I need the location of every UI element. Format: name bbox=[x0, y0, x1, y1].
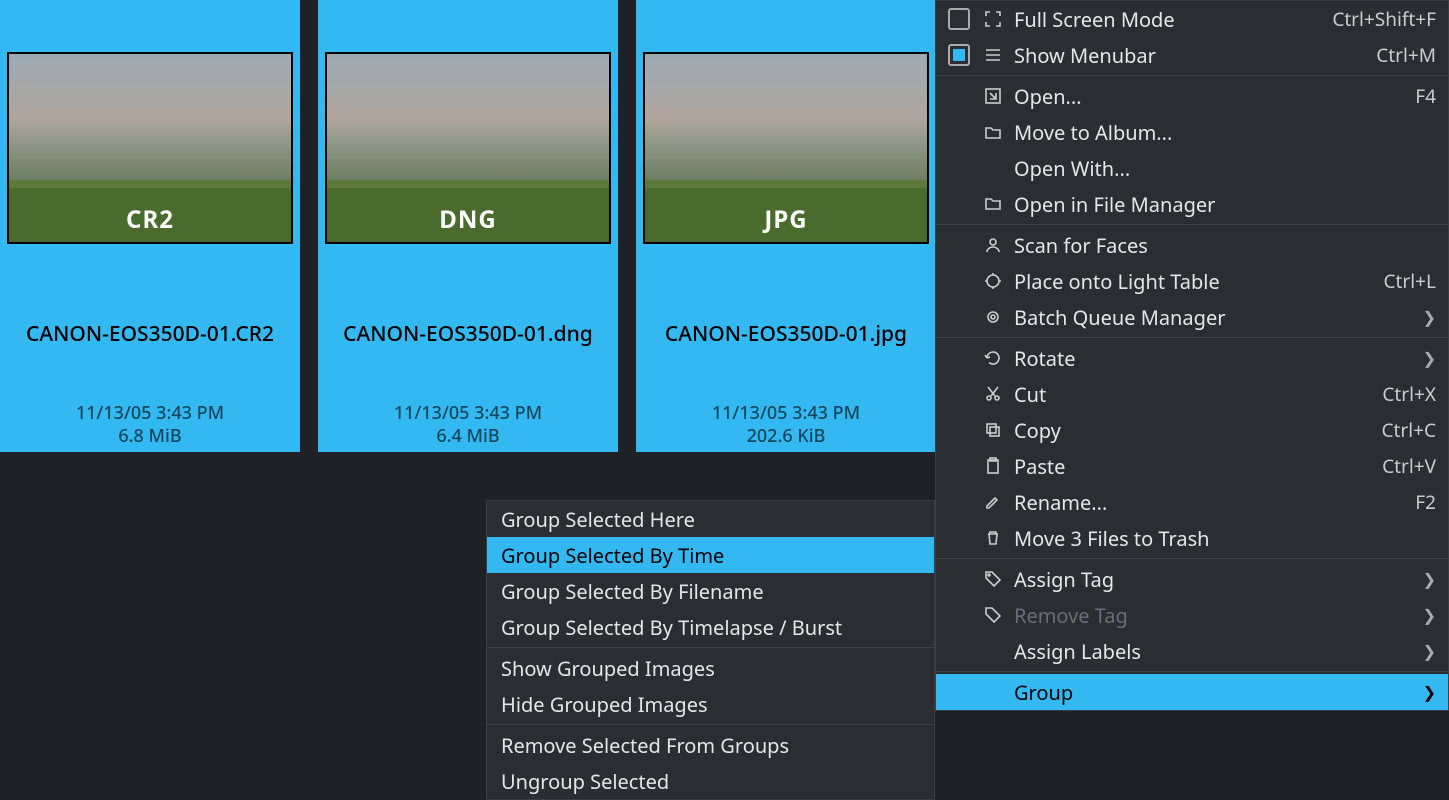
batch-icon bbox=[980, 308, 1006, 326]
menu-separator bbox=[936, 558, 1448, 559]
folder-move-icon bbox=[980, 123, 1006, 141]
menu-light-table[interactable]: Place onto Light TableCtrl+L bbox=[936, 263, 1448, 299]
context-menu: Full Screen ModeCtrl+Shift+F Show Menuba… bbox=[935, 0, 1449, 711]
format-badge: DNG bbox=[327, 203, 609, 236]
chevron-right-icon: ❯ bbox=[1423, 568, 1436, 590]
submenu-group-by-timelapse[interactable]: Group Selected By Timelapse / Burst bbox=[487, 609, 934, 645]
open-icon bbox=[980, 87, 1006, 105]
thumb-dng[interactable]: DNG CANON-EOS350D-01.dng 11/13/05 3:43 P… bbox=[318, 0, 618, 452]
submenu-group-by-time[interactable]: Group Selected By Time bbox=[487, 537, 934, 573]
file-meta: 11/13/05 3:43 PM6.8 MiB bbox=[76, 402, 224, 447]
filename: CANON-EOS350D-01.jpg bbox=[665, 320, 907, 348]
thumb-cr2[interactable]: CR2 CANON-EOS350D-01.CR2 11/13/05 3:43 P… bbox=[0, 0, 300, 452]
menu-separator bbox=[487, 647, 934, 648]
menu-group[interactable]: Group❯ bbox=[936, 674, 1448, 710]
tag-remove-icon bbox=[980, 606, 1006, 624]
submenu-group-by-filename[interactable]: Group Selected By Filename bbox=[487, 573, 934, 609]
chevron-right-icon: ❯ bbox=[1423, 604, 1436, 626]
menu-open-with[interactable]: Open With... bbox=[936, 150, 1448, 186]
menu-remove-tag: Remove Tag❯ bbox=[936, 597, 1448, 633]
menu-open[interactable]: Open...F4 bbox=[936, 78, 1448, 114]
format-badge: CR2 bbox=[9, 203, 291, 236]
menubar-icon bbox=[980, 46, 1006, 64]
group-submenu: Group Selected Here Group Selected By Ti… bbox=[486, 500, 935, 800]
submenu-show-grouped[interactable]: Show Grouped Images bbox=[487, 650, 934, 686]
chevron-right-icon: ❯ bbox=[1423, 681, 1436, 703]
file-manager-icon bbox=[980, 195, 1006, 213]
menu-separator bbox=[936, 224, 1448, 225]
menu-separator bbox=[487, 724, 934, 725]
menu-copy[interactable]: CopyCtrl+C bbox=[936, 412, 1448, 448]
submenu-remove-from-groups[interactable]: Remove Selected From Groups bbox=[487, 727, 934, 763]
menu-open-file-manager[interactable]: Open in File Manager bbox=[936, 186, 1448, 222]
submenu-ungroup[interactable]: Ungroup Selected bbox=[487, 763, 934, 799]
rename-icon bbox=[980, 493, 1006, 511]
fullscreen-icon bbox=[980, 10, 1006, 28]
chevron-right-icon: ❯ bbox=[1423, 640, 1436, 662]
tag-icon bbox=[980, 570, 1006, 588]
paste-icon bbox=[980, 457, 1006, 475]
menu-show-menubar[interactable]: Show MenubarCtrl+M bbox=[936, 37, 1448, 73]
chevron-right-icon: ❯ bbox=[1423, 306, 1436, 328]
checkbox-on-icon bbox=[948, 44, 970, 66]
thumbnail-grid: CR2 CANON-EOS350D-01.CR2 11/13/05 3:43 P… bbox=[0, 0, 936, 452]
filename: CANON-EOS350D-01.CR2 bbox=[26, 320, 274, 348]
menu-assign-tag[interactable]: Assign Tag❯ bbox=[936, 561, 1448, 597]
submenu-group-here[interactable]: Group Selected Here bbox=[487, 501, 934, 537]
submenu-hide-grouped[interactable]: Hide Grouped Images bbox=[487, 686, 934, 722]
menu-move-album[interactable]: Move to Album... bbox=[936, 114, 1448, 150]
light-table-icon bbox=[980, 272, 1006, 290]
menu-scan-faces[interactable]: Scan for Faces bbox=[936, 227, 1448, 263]
menu-assign-labels[interactable]: Assign Labels❯ bbox=[936, 633, 1448, 669]
menu-paste[interactable]: PasteCtrl+V bbox=[936, 448, 1448, 484]
menu-rename[interactable]: Rename...F2 bbox=[936, 484, 1448, 520]
menu-cut[interactable]: CutCtrl+X bbox=[936, 376, 1448, 412]
menu-batch-queue[interactable]: Batch Queue Manager❯ bbox=[936, 299, 1448, 335]
menu-separator bbox=[936, 337, 1448, 338]
checkbox-off-icon bbox=[948, 8, 970, 30]
file-meta: 11/13/05 3:43 PM6.4 MiB bbox=[394, 402, 542, 447]
format-badge: JPG bbox=[645, 203, 927, 236]
menu-rotate[interactable]: Rotate❯ bbox=[936, 340, 1448, 376]
file-meta: 11/13/05 3:43 PM202.6 KiB bbox=[712, 402, 860, 447]
trash-icon bbox=[980, 529, 1006, 547]
thumb-jpg[interactable]: JPG CANON-EOS350D-01.jpg 11/13/05 3:43 P… bbox=[636, 0, 936, 452]
copy-icon bbox=[980, 421, 1006, 439]
thumb-image-frame: DNG bbox=[325, 52, 611, 244]
rotate-icon bbox=[980, 349, 1006, 367]
menu-separator bbox=[936, 671, 1448, 672]
menu-trash[interactable]: Move 3 Files to Trash bbox=[936, 520, 1448, 556]
thumb-image-frame: JPG bbox=[643, 52, 929, 244]
thumb-image-frame: CR2 bbox=[7, 52, 293, 244]
filename: CANON-EOS350D-01.dng bbox=[343, 320, 593, 348]
cut-icon bbox=[980, 385, 1006, 403]
chevron-right-icon: ❯ bbox=[1423, 347, 1436, 369]
menu-fullscreen[interactable]: Full Screen ModeCtrl+Shift+F bbox=[936, 1, 1448, 37]
face-icon bbox=[980, 236, 1006, 254]
menu-separator bbox=[936, 75, 1448, 76]
